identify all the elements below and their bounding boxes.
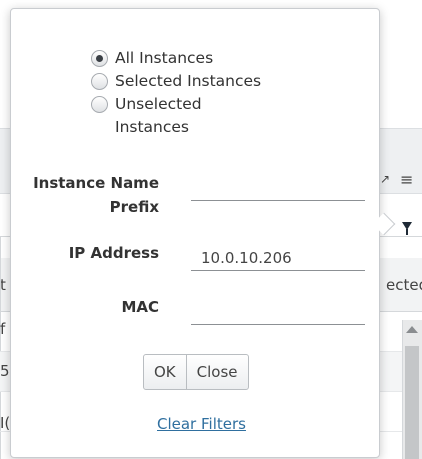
instance-scope-radio-group: All Instances Selected Instances Unselec… (91, 47, 311, 139)
ip-address-label: IP Address (68, 244, 159, 262)
mac-label: MAC (121, 298, 159, 316)
radio-label: Selected Instances (115, 72, 262, 90)
row-fragment: I( (0, 414, 11, 432)
scroll-up-icon[interactable] (406, 326, 418, 333)
instance-name-prefix-label: Instance Name Prefix (33, 174, 159, 216)
filter-icon[interactable] (402, 222, 412, 235)
close-button[interactable]: Close (185, 355, 248, 389)
column-fragment-right: ected (386, 276, 422, 294)
instance-name-prefix-input[interactable] (191, 175, 365, 201)
radio-selected-instances[interactable]: Selected Instances (91, 70, 311, 93)
filter-popover: All Instances Selected Instances Unselec… (10, 8, 380, 458)
radio-unchecked-icon[interactable] (91, 96, 108, 113)
menu-icon[interactable]: ≡ (400, 170, 413, 189)
row-fragment: 5 (0, 362, 10, 380)
radio-unselected-instances[interactable]: Unselected Instances (91, 93, 311, 139)
scrollbar-thumb[interactable] (405, 346, 419, 459)
radio-all-instances[interactable]: All Instances (91, 47, 311, 70)
radio-label: All Instances (115, 49, 214, 67)
row-fragment: f (0, 320, 6, 338)
expand-icon[interactable]: ↗ (380, 172, 390, 186)
radio-checked-icon[interactable] (91, 50, 108, 67)
action-button-group: OK Close (143, 354, 249, 390)
ok-button[interactable]: OK (144, 355, 186, 389)
clear-filters-link[interactable]: Clear Filters (157, 415, 246, 433)
ip-address-input[interactable] (191, 245, 365, 271)
mac-input[interactable] (191, 299, 365, 325)
radio-label: Unselected Instances (115, 95, 202, 136)
radio-unchecked-icon[interactable] (91, 73, 108, 90)
